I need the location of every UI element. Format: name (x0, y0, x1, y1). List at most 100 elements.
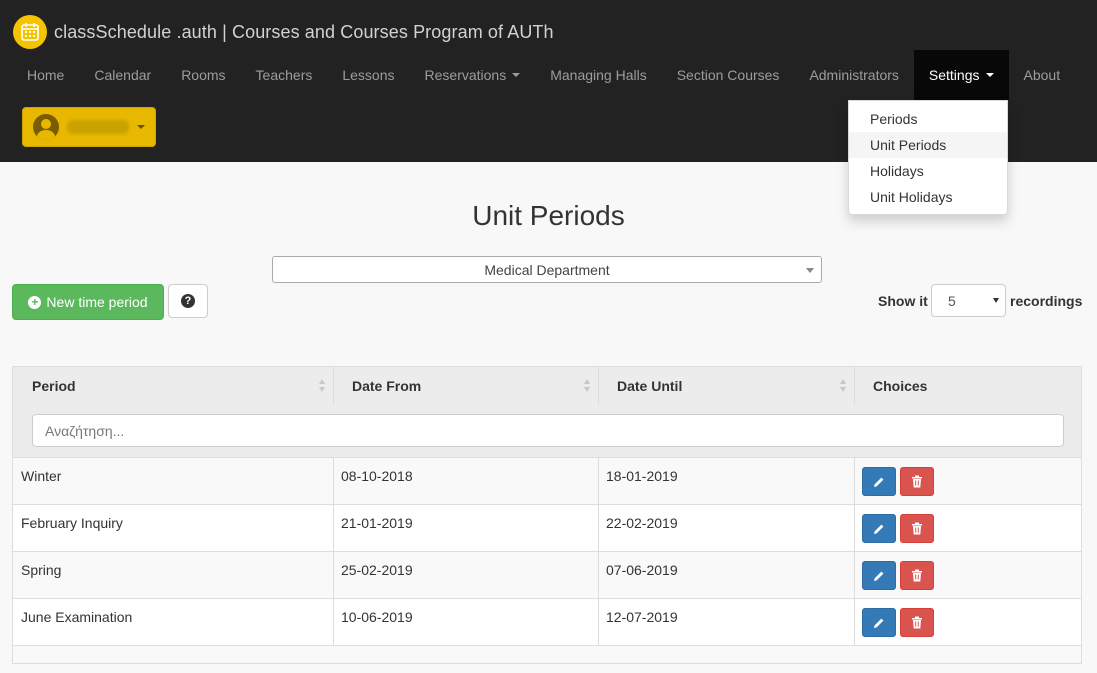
new-time-period-label: New time period (46, 294, 148, 310)
cell-date-from: 25-02-2019 (341, 562, 413, 578)
menu-item-label: Unit Holidays (870, 189, 953, 205)
cell-period: Winter (21, 468, 62, 484)
pencil-icon (874, 618, 884, 628)
edit-button[interactable] (862, 561, 896, 590)
sort-icon[interactable] (840, 379, 846, 393)
table-row: June Examination 10-06-2019 12-07-2019 (13, 599, 1081, 646)
periods-table: Period Date From Date Until Choices Wint… (12, 366, 1082, 664)
nav-about-label: About (1023, 67, 1061, 83)
nav-calendar-label: Calendar (94, 67, 152, 83)
menu-item-unit-periods[interactable]: Unit Periods (849, 132, 1007, 158)
cell-date-from: 08-10-2018 (341, 468, 413, 484)
sort-icon[interactable] (584, 379, 590, 393)
question-circle-icon: ? (181, 294, 195, 308)
caret-down-icon (137, 125, 145, 129)
column-header-date-until[interactable]: Date Until (617, 367, 682, 405)
nav-rooms[interactable]: Rooms (166, 50, 240, 100)
edit-button[interactable] (862, 467, 896, 496)
column-divider (598, 458, 599, 505)
sort-icon[interactable] (319, 379, 325, 393)
records-label: recordings (1010, 293, 1083, 309)
cell-date-until: 22-02-2019 (606, 515, 678, 531)
menu-item-label: Periods (870, 111, 918, 127)
column-header-period[interactable]: Period (32, 367, 76, 405)
table-header: Period Date From Date Until Choices (13, 367, 1081, 458)
column-divider (333, 552, 334, 599)
cell-period: June Examination (21, 609, 133, 625)
table-row: Spring 25-02-2019 07-06-2019 (13, 552, 1081, 599)
caret-down-icon (985, 73, 994, 77)
column-divider (333, 505, 334, 552)
delete-button[interactable] (900, 467, 934, 496)
nav-lessons[interactable]: Lessons (327, 50, 409, 100)
app-title: classSchedule .auth | Courses and Course… (54, 21, 554, 42)
delete-button[interactable] (900, 608, 934, 637)
nav-rooms-label: Rooms (181, 67, 226, 83)
delete-button[interactable] (900, 561, 934, 590)
delete-button[interactable] (900, 514, 934, 543)
menu-item-label: Unit Periods (870, 137, 947, 153)
table-row: Winter 08-10-2018 18-01-2019 (13, 458, 1081, 505)
new-time-period-button[interactable]: + New time period (12, 284, 164, 320)
cell-date-until: 18-01-2019 (606, 468, 678, 484)
cell-date-until: 12-07-2019 (606, 609, 678, 625)
nav-administrators[interactable]: Administrators (794, 50, 913, 100)
nav-section-courses[interactable]: Section Courses (662, 50, 795, 100)
nav-managing-halls[interactable]: Managing Halls (535, 50, 662, 100)
main-nav: Home Calendar Rooms Teachers Lessons Res… (12, 50, 1075, 100)
department-select[interactable]: Medical Department (272, 256, 822, 283)
cell-date-from: 10-06-2019 (341, 609, 413, 625)
column-divider (333, 367, 334, 405)
edit-button[interactable] (862, 514, 896, 543)
avatar-icon (33, 114, 59, 140)
dropdown-arrow-icon (806, 268, 814, 273)
nav-home-label: Home (27, 67, 65, 83)
cell-period: Spring (21, 562, 62, 578)
column-divider (854, 458, 855, 505)
menu-item-unit-holidays[interactable]: Unit Holidays (849, 184, 1007, 210)
trash-icon (912, 569, 922, 582)
menu-item-label: Holidays (870, 163, 924, 179)
column-divider (598, 552, 599, 599)
column-divider (854, 599, 855, 646)
nav-teachers[interactable]: Teachers (241, 50, 328, 100)
caret-down-icon (512, 73, 521, 77)
pencil-icon (874, 477, 884, 487)
nav-about[interactable]: About (1009, 50, 1076, 100)
nav-teachers-label: Teachers (255, 67, 313, 83)
nav-home[interactable]: Home (12, 50, 79, 100)
page-size-value: 5 (948, 292, 956, 309)
cell-date-until: 07-06-2019 (606, 562, 678, 578)
nav-reservations[interactable]: Reservations (410, 50, 536, 100)
brand[interactable]: classSchedule .auth | Courses and Course… (13, 15, 554, 49)
nav-administrators-label: Administrators (809, 67, 899, 83)
page-size-select[interactable]: 5 (931, 284, 1006, 317)
trash-icon (912, 475, 922, 488)
plus-circle-icon: + (28, 295, 42, 309)
table-search-input[interactable] (32, 414, 1064, 447)
help-button[interactable]: ? (168, 284, 208, 318)
calendar-logo-icon (13, 15, 47, 49)
table-row: February Inquiry 21-01-2019 22-02-2019 (13, 505, 1081, 552)
user-menu-button[interactable]: jsmalasio (22, 107, 156, 147)
menu-item-periods[interactable]: Periods (849, 106, 1007, 132)
nav-section-courses-label: Section Courses (676, 67, 780, 83)
column-header-date-from[interactable]: Date From (352, 367, 421, 405)
menu-item-holidays[interactable]: Holidays (849, 158, 1007, 184)
show-label: Show it (878, 293, 928, 309)
column-divider (854, 367, 855, 405)
edit-button[interactable] (862, 608, 896, 637)
user-name: jsmalasio (67, 120, 129, 134)
column-divider (598, 505, 599, 552)
trash-icon (912, 616, 922, 629)
nav-reservations-label: Reservations (424, 67, 507, 83)
nav-settings[interactable]: Settings (913, 50, 1009, 100)
pencil-icon (874, 524, 884, 534)
nav-settings-label: Settings (928, 67, 980, 83)
nav-calendar[interactable]: Calendar (79, 50, 166, 100)
column-header-choices: Choices (873, 378, 928, 394)
department-select-value: Medical Department (484, 261, 610, 278)
nav-lessons-label: Lessons (342, 67, 395, 83)
cell-period: February Inquiry (21, 515, 123, 531)
pencil-icon (874, 571, 884, 581)
